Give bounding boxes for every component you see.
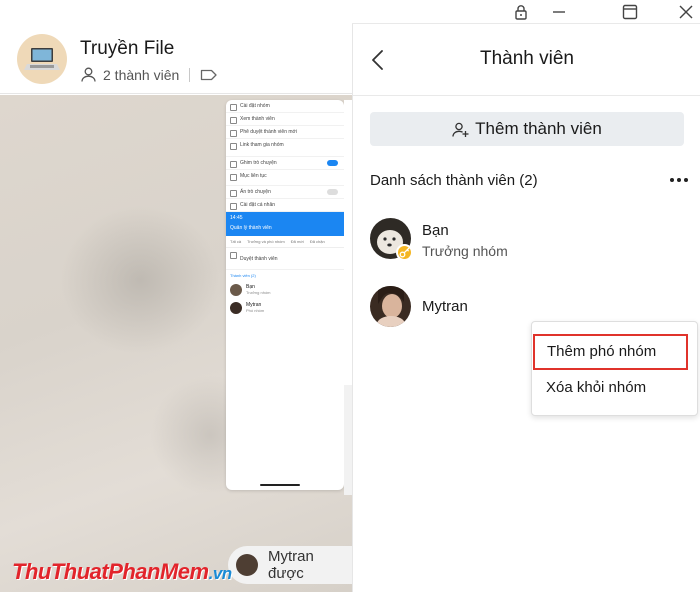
members-panel-header: Thành viên [353, 24, 700, 96]
watermark: ThuThuatPhanMem.vn [12, 559, 232, 585]
add-deputy-menu-item[interactable]: Thêm phó nhóm [533, 334, 688, 370]
screenshot-settings-row: Link tham gia nhóm [226, 139, 344, 157]
owner-key-badge [396, 244, 413, 261]
screenshot-approve-row: Duyệt thành viên [226, 248, 344, 270]
shared-screenshot-image[interactable]: Cài đặt nhóm Xem thành viên Phê duyệt th… [226, 100, 344, 490]
maximize-icon[interactable] [621, 3, 639, 21]
laptop-illustration-icon [24, 48, 60, 70]
screenshot-toggle [327, 189, 338, 195]
close-icon[interactable] [677, 3, 695, 21]
screenshot-avatar [230, 302, 242, 314]
add-member-label: Thêm thành viên [475, 119, 602, 138]
chat-pane: Truyền File 2 thành viên Cài đặt nhóm Xe… [0, 0, 352, 592]
key-icon [399, 247, 410, 258]
screenshot-member: Mytran Phó nhóm [226, 299, 344, 317]
group-title: Truyền File [80, 38, 175, 59]
screenshot-section-label: Thành viên (2) [230, 273, 256, 278]
titlebar-left [0, 0, 352, 24]
screenshot-avatar [230, 284, 242, 296]
screenshot-bar-title: Quản lý thành viên [230, 225, 272, 231]
screenshot-tab: Đã chặn [309, 239, 325, 244]
chat-header: Truyền File 2 thành viên [0, 22, 352, 94]
lock-icon[interactable] [512, 3, 530, 21]
screenshot-tab: Trưởng và phó nhóm [247, 239, 285, 244]
screenshot-settings-row: Ẩn trò chuyện [226, 186, 344, 199]
message-preview[interactable]: Mytran được [228, 546, 352, 584]
watermark-text: ThuThuatPhanMem [12, 559, 209, 584]
window-titlebar [352, 0, 700, 24]
members-panel: Thành viên Thêm thành viên Danh sách thà… [352, 24, 700, 592]
screenshot-settings-row: Cài đặt cá nhân [226, 199, 344, 212]
screenshot-row-label: Ghim trò chuyện [240, 160, 277, 166]
avatar [370, 286, 411, 327]
group-subtitle: 2 thành viên [80, 66, 218, 83]
member-name: Mytran [422, 298, 468, 315]
person-icon [81, 67, 96, 82]
avatar [236, 554, 258, 576]
tag-icon[interactable] [200, 68, 218, 82]
person-photo-avatar-icon [370, 286, 411, 327]
divider [189, 67, 191, 82]
member-role: Trưởng nhóm [422, 243, 508, 259]
screenshot-member-role: Trưởng nhóm [246, 290, 271, 295]
screenshot-tabs: Tất cả Trưởng và phó nhóm Đã mời Đã chặn [226, 236, 344, 248]
watermark-suffix: .vn [208, 564, 233, 583]
message-preview-text: Mytran được [268, 548, 314, 582]
screenshot-settings-row: Ghim trò chuyện [226, 157, 344, 170]
add-person-icon [452, 122, 469, 137]
screenshot-settings-row: Mục liên tục [226, 170, 344, 186]
screenshot-settings-row: Xem thành viên [226, 113, 344, 126]
remove-from-group-menu-item[interactable]: Xóa khỏi nhóm [532, 370, 697, 406]
screenshot-settings-row: Cài đặt nhóm [226, 100, 344, 113]
app-window: Truyền File 2 thành viên Cài đặt nhóm Xe… [0, 0, 700, 592]
screenshot-tab: Đã mời [290, 239, 304, 244]
shared-screenshot-image-edge [344, 385, 352, 495]
screenshot-member: Bạn Trưởng nhóm [226, 281, 344, 299]
member-list-heading: Danh sách thành viên (2) [370, 172, 538, 189]
member-row[interactable]: Bạn Trưởng nhóm [370, 218, 684, 270]
minimize-icon[interactable] [550, 3, 568, 21]
screenshot-top-bar: 14:45 Quản lý thành viên [226, 212, 344, 236]
member-name: Bạn [422, 222, 449, 239]
add-member-button[interactable]: Thêm thành viên [370, 112, 684, 146]
group-avatar[interactable] [17, 34, 67, 84]
screenshot-tab: Tất cả [230, 239, 242, 244]
member-context-menu: Thêm phó nhóm Xóa khỏi nhóm [531, 321, 698, 416]
background-blur [60, 205, 220, 355]
screenshot-settings-row: Phê duyệt thành viên mới [226, 126, 344, 139]
screenshot-time: 14:45 [230, 215, 243, 221]
screenshot-toggle [327, 160, 338, 166]
more-options-icon[interactable] [668, 172, 690, 188]
screenshot-home-indicator [260, 484, 300, 486]
panel-title: Thành viên [479, 48, 574, 69]
screenshot-member-role: Phó nhóm [246, 308, 265, 313]
screenshot-row-label: Ẩn trò chuyện [240, 189, 271, 195]
member-count[interactable]: 2 thành viên [103, 67, 179, 83]
